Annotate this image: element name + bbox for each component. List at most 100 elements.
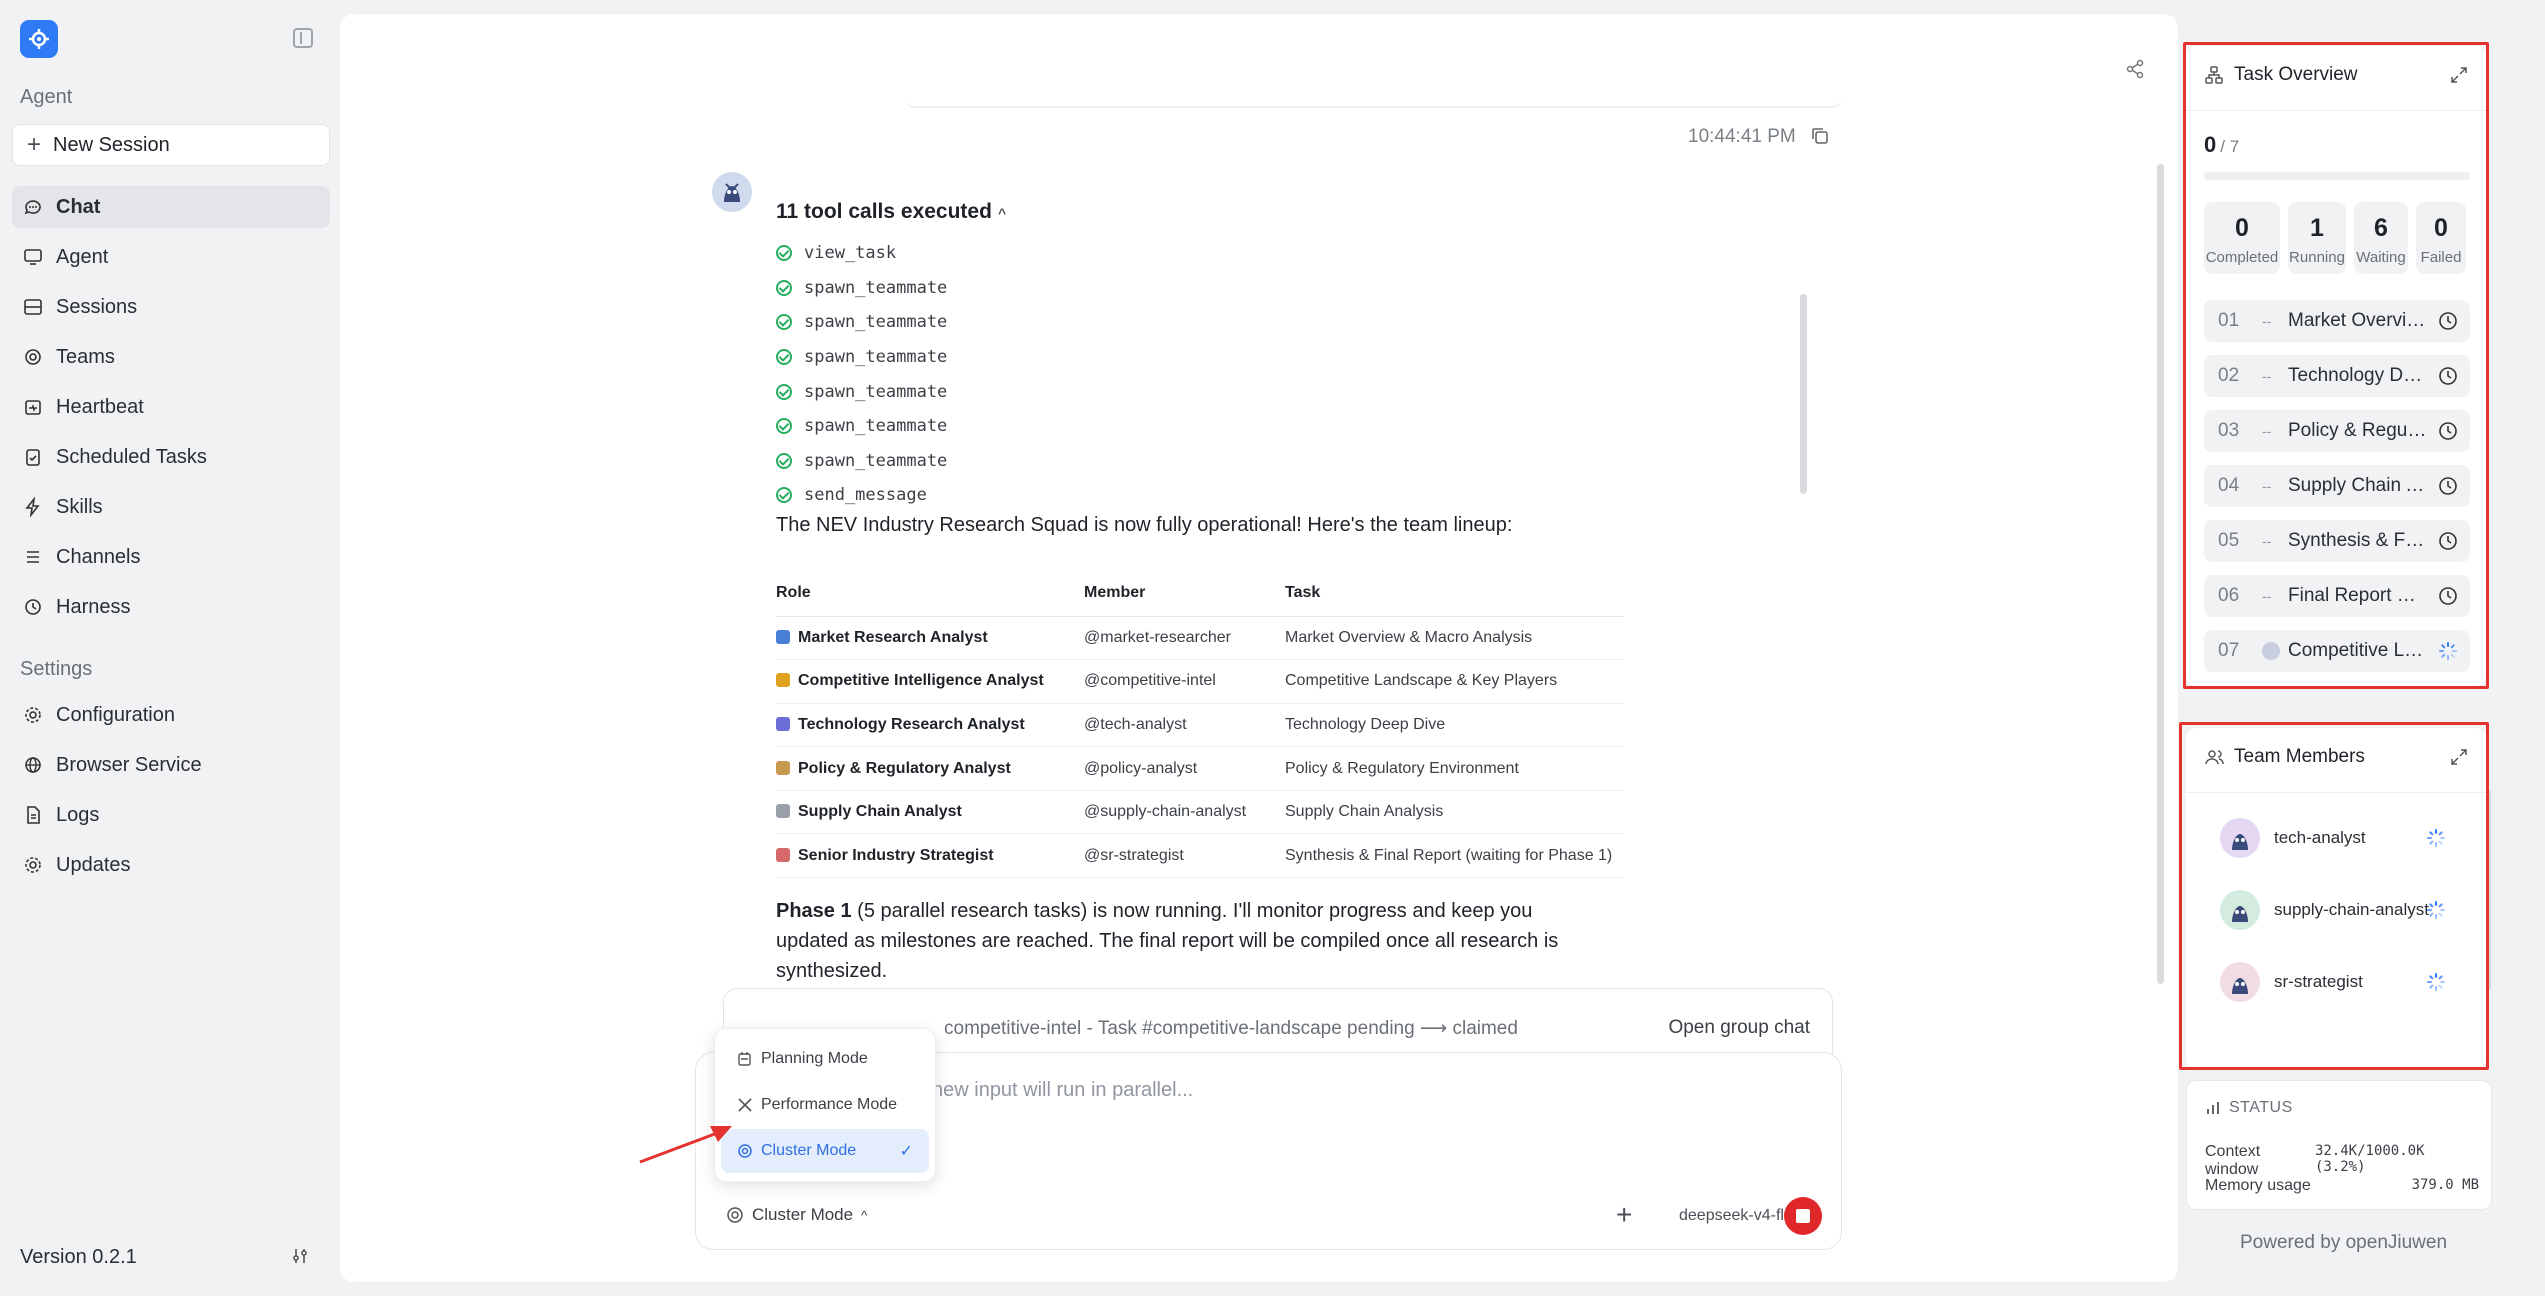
stat-waiting: 6 Waiting (2354, 202, 2408, 274)
member-avatar (2220, 890, 2260, 930)
new-session-button[interactable]: + New Session (12, 124, 330, 166)
task-row[interactable]: 05 -- Synthesis & Final Report (2204, 520, 2470, 562)
sidebar-item-teams[interactable]: Teams (12, 336, 330, 378)
chevron-up-icon: ^ (861, 1207, 868, 1223)
tool-call-item[interactable]: spawn_teammate (776, 340, 947, 375)
tool-call-item[interactable]: spawn_teammate (776, 409, 947, 444)
sidebar-item-channels[interactable]: Channels (12, 536, 330, 578)
mode-selector-label: Cluster Mode (752, 1205, 854, 1224)
previous-message-edge (905, 98, 1842, 108)
mode-option-cluster[interactable]: Cluster Mode ✓ (721, 1129, 929, 1173)
tool-call-item[interactable]: send_message (776, 478, 947, 513)
role-name: Supply Chain Analyst (798, 803, 962, 821)
task-cell: Market Overview & Macro Analysis (1285, 616, 1624, 661)
task-name: Market Overview & Macro Analysis (2288, 310, 2428, 331)
sidebar-item-chat[interactable]: Chat (12, 186, 330, 228)
sidebar-item-configuration[interactable]: Configuration (12, 694, 330, 736)
tool-calls-toggle[interactable]: 11 tool calls executed ^ (776, 200, 1006, 224)
stat-label: Waiting (2356, 249, 2406, 266)
sidebar-item-agent[interactable]: Agent (12, 236, 330, 278)
sidebar-item-label: Channels (56, 545, 141, 568)
bar-chart-icon (2205, 1100, 2221, 1116)
task-row[interactable]: 01 -- Market Overview & Macro Analysis (2204, 300, 2470, 342)
sidebar-item-browser-service[interactable]: Browser Service (12, 744, 330, 786)
member-cell: @competitive-intel (1084, 659, 1285, 704)
table-row: Competitive Intelligence Analyst @competi… (776, 659, 1624, 704)
tool-call-item[interactable]: spawn_teammate (776, 305, 947, 340)
tool-list-scrollbar[interactable] (1800, 294, 1807, 494)
sidebar-item-label: Updates (56, 853, 131, 876)
stop-button[interactable] (1784, 1197, 1822, 1235)
cluster-icon (737, 1143, 753, 1159)
task-index: 03 (2218, 420, 2240, 441)
monitor-icon (22, 246, 44, 268)
copy-icon[interactable] (1810, 126, 1832, 148)
task-name: Synthesis & Final Report (2288, 530, 2428, 551)
phase-description: (5 parallel research tasks) is now runni… (776, 900, 1559, 982)
agent-avatar (712, 172, 752, 212)
task-row[interactable]: 03 -- Policy & Regulatory Environment (2204, 410, 2470, 452)
chat-bubble-icon (22, 196, 44, 218)
sidebar-item-heartbeat[interactable]: Heartbeat (12, 386, 330, 428)
chat-scrollbar[interactable] (2157, 164, 2164, 984)
section-label-settings: Settings (20, 658, 93, 680)
check-circle-icon (776, 383, 792, 400)
task-cell: Supply Chain Analysis (1285, 790, 1624, 835)
memory-usage-label: Memory usage (2205, 1177, 2311, 1194)
sidebar-collapse-icon[interactable] (293, 28, 313, 48)
share-icon[interactable] (2124, 58, 2146, 80)
tool-call-item[interactable]: view_task (776, 236, 947, 271)
message-input-placeholder[interactable]: new input will run in parallel... (932, 1079, 1193, 1102)
sidebar-item-scheduled-tasks[interactable]: Scheduled Tasks (12, 436, 330, 478)
version-label: Version 0.2.1 (20, 1246, 137, 1268)
task-index: 01 (2218, 310, 2240, 331)
tool-call-item[interactable]: spawn_teammate (776, 444, 947, 479)
member-cell: @policy-analyst (1084, 746, 1285, 791)
role-emoji-icon (776, 760, 790, 775)
mode-option-label: Cluster Mode (761, 1142, 857, 1159)
sidebar-item-skills[interactable]: Skills (12, 486, 330, 528)
sidebar-item-label: Heartbeat (56, 395, 144, 418)
mode-option-planning[interactable]: Planning Mode (721, 1037, 929, 1081)
tool-call-item[interactable]: spawn_teammate (776, 374, 947, 409)
task-stats: 0 Completed 1 Running 6 Waiting 0 Failed (2204, 202, 2466, 274)
team-members-title: Team Members (2234, 746, 2365, 767)
sidebar-item-updates[interactable]: Updates (12, 844, 330, 886)
mode-option-performance[interactable]: Performance Mode (721, 1083, 929, 1127)
task-name: Supply Chain Analysis (2288, 475, 2428, 496)
task-row[interactable]: 04 -- Supply Chain Analysis (2204, 465, 2470, 507)
check-circle-icon (776, 279, 792, 296)
heartbeat-icon (22, 396, 44, 418)
table-row: Senior Industry Strategist @sr-strategist… (776, 833, 1624, 879)
expand-icon[interactable] (2450, 66, 2468, 84)
sidebar-item-harness[interactable]: Harness (12, 586, 330, 628)
attach-plus-button[interactable]: + (1616, 1199, 1632, 1231)
tool-call-item[interactable]: spawn_teammate (776, 271, 947, 306)
check-circle-icon (776, 314, 792, 331)
team-member-item[interactable]: tech-analyst (2220, 814, 2470, 862)
app-logo[interactable] (20, 20, 58, 58)
tool-call-name: spawn_teammate (804, 347, 948, 368)
open-group-chat-link[interactable]: Open group chat (1668, 1017, 1810, 1039)
sidebar-item-logs[interactable]: Logs (12, 794, 330, 836)
team-member-item[interactable]: sr-strategist (2220, 958, 2470, 1006)
stat-label: Completed (2205, 249, 2279, 266)
role-emoji-icon (776, 716, 790, 731)
task-index: 02 (2218, 365, 2240, 386)
mode-selector-button[interactable]: Cluster Mode ^ (726, 1205, 867, 1225)
expand-icon[interactable] (2450, 748, 2468, 766)
spinner-icon (2427, 901, 2445, 919)
tool-call-name: send_message (804, 485, 927, 506)
task-row[interactable]: 06 -- Final Report Compilation (2204, 575, 2470, 617)
sidebar-item-sessions[interactable]: Sessions (12, 286, 330, 328)
task-name: Technology Deep Dive (2288, 365, 2428, 386)
stat-value: 0 (2235, 214, 2249, 242)
check-circle-icon (776, 487, 792, 504)
team-member-item[interactable]: supply-chain-analyst (2220, 886, 2470, 934)
task-row[interactable]: 07 Competitive Landscape (2204, 630, 2470, 672)
task-row[interactable]: 02 -- Technology Deep Dive (2204, 355, 2470, 397)
task-progress-count: 0/ 7 (2204, 132, 2239, 158)
sliders-icon[interactable] (290, 1246, 312, 1268)
stat-failed: 0 Failed (2416, 202, 2466, 274)
team-members-scrollbar[interactable] (2486, 790, 2491, 990)
